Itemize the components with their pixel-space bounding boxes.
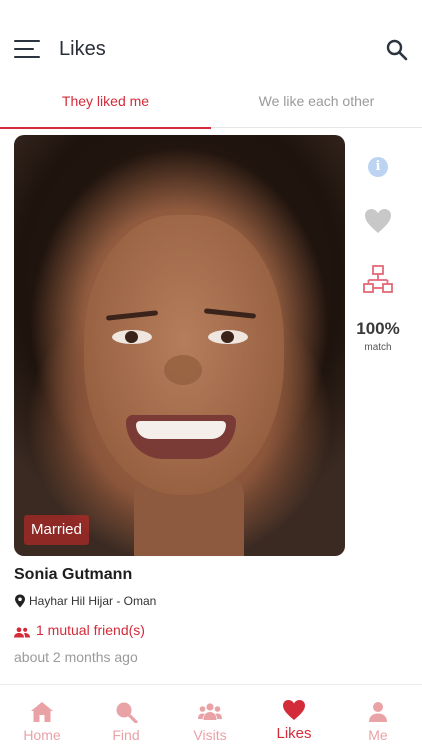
nav-visits[interactable]: Visits — [168, 685, 252, 750]
match-label: match — [364, 342, 392, 353]
nav-find-label: Find — [112, 727, 140, 743]
heart-icon — [283, 700, 305, 720]
likes-tabs: They liked me We like each other — [0, 86, 422, 129]
home-icon — [31, 702, 53, 722]
tab-they-liked-me[interactable]: They liked me — [0, 86, 211, 129]
page-title: Likes — [59, 38, 106, 60]
like-heart-icon[interactable] — [364, 208, 392, 234]
nav-home-label: Home — [23, 727, 61, 743]
profile-name[interactable]: Sonia Gutmann — [14, 566, 132, 584]
tab-we-like-each-other[interactable]: We like each other — [211, 86, 422, 128]
bottom-nav: Home Find Visits Likes Me — [0, 684, 422, 750]
group-icon — [198, 703, 222, 720]
network-icon[interactable] — [362, 264, 394, 296]
person-icon — [369, 702, 387, 722]
profile-photo[interactable] — [14, 135, 345, 556]
nav-find[interactable]: Find — [84, 685, 168, 750]
search-icon — [116, 702, 138, 723]
nav-likes[interactable]: Likes — [252, 685, 336, 750]
status-badge: Married — [24, 515, 89, 545]
app-header: Likes — [0, 0, 422, 90]
location-pin-icon — [14, 594, 26, 608]
nav-visits-label: Visits — [193, 727, 227, 743]
search-icon[interactable] — [385, 38, 409, 62]
friends-icon — [14, 625, 30, 638]
match-percent: 100% — [356, 319, 400, 338]
liked-time: about 2 months ago — [14, 649, 138, 665]
mutual-friends-text: 1 mutual friend(s) — [36, 622, 145, 638]
profile-location: Hayhar Hil Hijar - Oman — [29, 594, 157, 608]
nav-me-label: Me — [368, 727, 388, 743]
menu-icon[interactable] — [14, 38, 42, 62]
nav-home[interactable]: Home — [0, 685, 84, 750]
info-icon[interactable]: i — [368, 157, 388, 177]
nav-likes-label: Likes — [276, 725, 312, 742]
nav-me[interactable]: Me — [336, 685, 420, 750]
